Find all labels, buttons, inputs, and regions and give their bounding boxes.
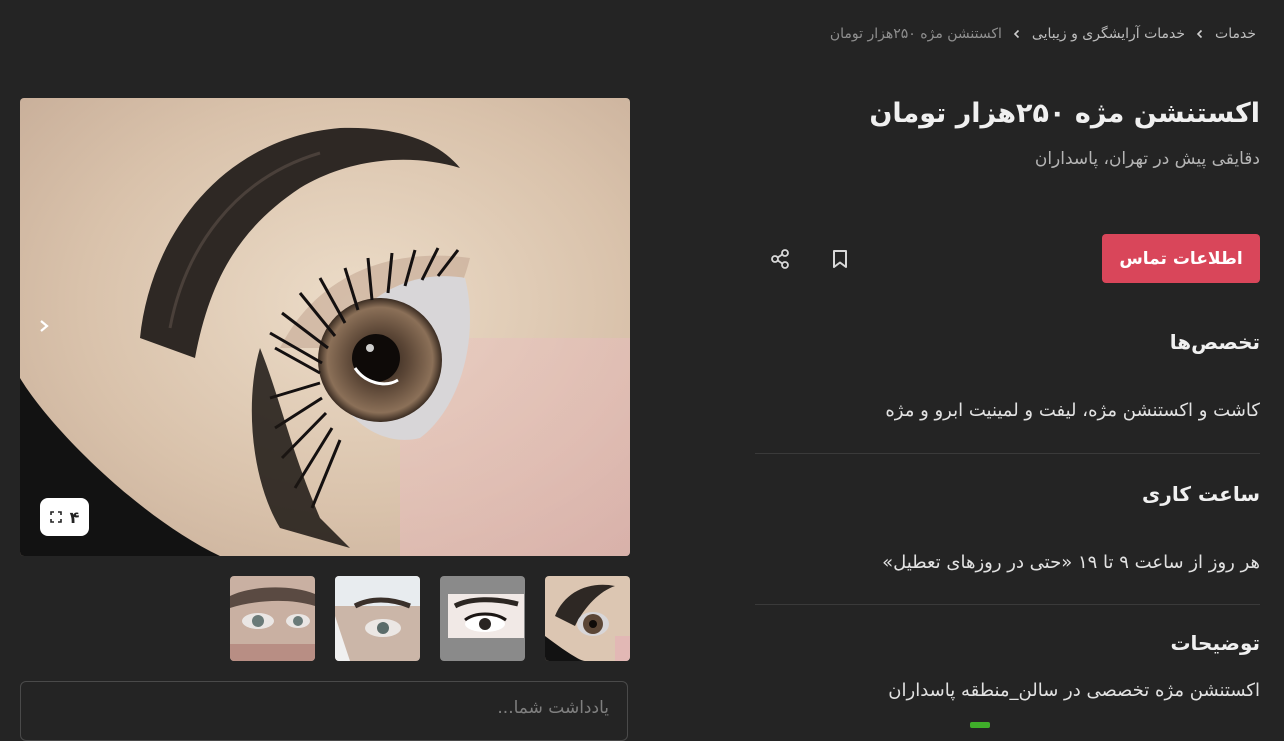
note-input[interactable] xyxy=(20,681,628,741)
breadcrumb: خدمات خدمات آرایشگری و زیبایی اکستنشن مژ… xyxy=(830,26,1256,42)
main-gallery-image[interactable] xyxy=(20,98,630,556)
hours-heading: ساعت کاری xyxy=(1142,482,1260,506)
status-badge xyxy=(970,722,990,728)
divider xyxy=(755,453,1260,454)
breadcrumb-item-services[interactable]: خدمات xyxy=(1215,26,1256,42)
breadcrumb-item-beauty[interactable]: خدمات آرایشگری و زیبایی xyxy=(1032,26,1185,42)
thumbnail-4[interactable] xyxy=(230,576,315,661)
chevron-left-icon xyxy=(1195,29,1205,39)
bookmark-icon[interactable] xyxy=(825,244,855,274)
specialties-text: کاشت و اکستنشن مژه، لیفت و لمینیت ابرو و… xyxy=(885,400,1260,421)
listing-subtitle: دقایقی پیش در تهران، پاسداران xyxy=(1034,149,1260,170)
expand-icon xyxy=(49,508,62,527)
specialties-section: تخصص‌ها کاشت و اکستنشن مژه، لیفت و لمینی… xyxy=(755,330,1260,421)
chevron-right-icon[interactable] xyxy=(32,314,56,338)
listing-actions: اطلاعات تماس xyxy=(755,234,1260,284)
divider xyxy=(755,604,1260,605)
hours-section: ساعت کاری هر روز از ساعت ۹ تا ۱۹ «حتی در… xyxy=(755,482,1260,573)
thumbnail-3[interactable] xyxy=(335,576,420,661)
description-heading: توضیحات xyxy=(1170,631,1260,655)
thumbnail-2[interactable] xyxy=(440,576,525,661)
chevron-left-icon xyxy=(1012,29,1022,39)
image-count-button[interactable]: ۴ xyxy=(40,498,89,536)
listing-header: اکستنشن مژه ۲۵۰هزار تومان دقایقی پیش در … xyxy=(755,96,1260,169)
specialties-heading: تخصص‌ها xyxy=(1169,330,1260,354)
description-section: توضیحات اکستنشن مژه تخصصی در سالن_منطقه … xyxy=(755,631,1260,701)
breadcrumb-item-current: اکستنشن مژه ۲۵۰هزار تومان xyxy=(829,26,1002,42)
page-title: اکستنشن مژه ۲۵۰هزار تومان xyxy=(869,98,1260,129)
share-icon[interactable] xyxy=(765,244,795,274)
hours-text: هر روز از ساعت ۹ تا ۱۹ «حتی در روزهای تع… xyxy=(882,552,1260,573)
contact-info-button[interactable]: اطلاعات تماس xyxy=(1102,234,1260,283)
image-count: ۴ xyxy=(69,507,80,527)
thumbnail-strip xyxy=(230,576,630,661)
thumbnail-1[interactable] xyxy=(545,576,630,661)
description-text: اکستنشن مژه تخصصی در سالن_منطقه پاسداران xyxy=(888,680,1260,701)
